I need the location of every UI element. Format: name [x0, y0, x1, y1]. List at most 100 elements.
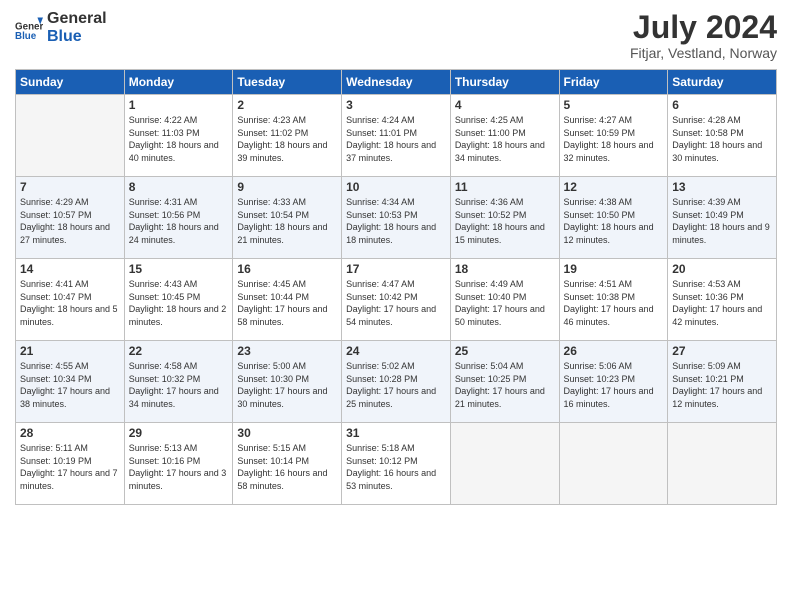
day-info: Sunrise: 5:13 AMSunset: 10:16 PMDaylight…: [129, 442, 229, 492]
day-info: Sunrise: 5:06 AMSunset: 10:23 PMDaylight…: [564, 360, 664, 410]
day-info: Sunrise: 4:58 AMSunset: 10:32 PMDaylight…: [129, 360, 229, 410]
svg-text:Blue: Blue: [15, 31, 37, 42]
day-number: 30: [237, 426, 337, 440]
calendar-cell: 25 Sunrise: 5:04 AMSunset: 10:25 PMDaylig…: [450, 341, 559, 423]
week-row-2: 7 Sunrise: 4:29 AMSunset: 10:57 PMDayligh…: [16, 177, 777, 259]
calendar-cell: 14 Sunrise: 4:41 AMSunset: 10:47 PMDaylig…: [16, 259, 125, 341]
calendar-cell: 10 Sunrise: 4:34 AMSunset: 10:53 PMDaylig…: [342, 177, 451, 259]
calendar-cell: 20Sunrise: 4:53 AMSunset: 10:36 PMDaylig…: [668, 259, 777, 341]
day-number: 16: [237, 262, 337, 276]
day-info: Sunrise: 4:49 AMSunset: 10:40 PMDaylight…: [455, 278, 555, 328]
logo-blue-text: Blue: [47, 28, 107, 46]
day-info: Sunrise: 4:34 AMSunset: 10:53 PMDaylight…: [346, 196, 446, 246]
day-info: Sunrise: 4:39 AMSunset: 10:49 PMDaylight…: [672, 196, 772, 246]
day-number: 24: [346, 344, 446, 358]
calendar-cell: 9 Sunrise: 4:33 AMSunset: 10:54 PMDayligh…: [233, 177, 342, 259]
location-title: Fitjar, Vestland, Norway: [630, 45, 777, 61]
day-info: Sunrise: 4:29 AMSunset: 10:57 PMDaylight…: [20, 196, 120, 246]
day-info: Sunrise: 5:18 AMSunset: 10:12 PMDaylight…: [346, 442, 446, 492]
day-number: 17: [346, 262, 446, 276]
day-info: Sunrise: 5:09 AMSunset: 10:21 PMDaylight…: [672, 360, 772, 410]
day-info: Sunrise: 4:31 AMSunset: 10:56 PMDaylight…: [129, 196, 229, 246]
week-row-5: 28Sunrise: 5:11 AMSunset: 10:19 PMDaylig…: [16, 423, 777, 505]
day-info: Sunrise: 5:15 AMSunset: 10:14 PMDaylight…: [237, 442, 337, 492]
calendar-cell: [16, 95, 125, 177]
day-number: 1: [129, 98, 229, 112]
calendar-cell: 7 Sunrise: 4:29 AMSunset: 10:57 PMDayligh…: [16, 177, 125, 259]
day-number: 11: [455, 180, 555, 194]
day-info: Sunrise: 4:47 AMSunset: 10:42 PMDaylight…: [346, 278, 446, 328]
header-row: SundayMondayTuesdayWednesdayThursdayFrid…: [16, 70, 777, 95]
calendar-cell: 13 Sunrise: 4:39 AMSunset: 10:49 PMDaylig…: [668, 177, 777, 259]
day-number: 7: [20, 180, 120, 194]
day-number: 19: [564, 262, 664, 276]
calendar-cell: 28Sunrise: 5:11 AMSunset: 10:19 PMDaylig…: [16, 423, 125, 505]
day-number: 21: [20, 344, 120, 358]
calendar-cell: 6 Sunrise: 4:28 AMSunset: 10:58 PMDayligh…: [668, 95, 777, 177]
calendar-cell: 31 Sunrise: 5:18 AMSunset: 10:12 PMDaylig…: [342, 423, 451, 505]
calendar-cell: 1Sunrise: 4:22 AMSunset: 11:03 PMDayligh…: [124, 95, 233, 177]
logo-icon: General Blue: [15, 14, 43, 42]
day-number: 5: [564, 98, 664, 112]
day-number: 6: [672, 98, 772, 112]
day-number: 14: [20, 262, 120, 276]
calendar-cell: 4 Sunrise: 4:25 AMSunset: 11:00 PMDayligh…: [450, 95, 559, 177]
day-header-friday: Friday: [559, 70, 668, 95]
calendar-cell: 21 Sunrise: 4:55 AMSunset: 10:34 PMDaylig…: [16, 341, 125, 423]
week-row-4: 21 Sunrise: 4:55 AMSunset: 10:34 PMDaylig…: [16, 341, 777, 423]
day-info: Sunrise: 4:38 AMSunset: 10:50 PMDaylight…: [564, 196, 664, 246]
day-info: Sunrise: 4:28 AMSunset: 10:58 PMDaylight…: [672, 114, 772, 164]
calendar-cell: [559, 423, 668, 505]
day-number: 31: [346, 426, 446, 440]
calendar-cell: 2 Sunrise: 4:23 AMSunset: 11:02 PMDayligh…: [233, 95, 342, 177]
day-number: 18: [455, 262, 555, 276]
logo: General Blue General Blue: [15, 10, 107, 45]
day-header-tuesday: Tuesday: [233, 70, 342, 95]
calendar-cell: 11 Sunrise: 4:36 AMSunset: 10:52 PMDaylig…: [450, 177, 559, 259]
calendar-cell: [450, 423, 559, 505]
day-number: 10: [346, 180, 446, 194]
page: General Blue General Blue July 2024 Fitj…: [0, 0, 792, 612]
day-number: 2: [237, 98, 337, 112]
day-info: Sunrise: 4:43 AMSunset: 10:45 PMDaylight…: [129, 278, 229, 328]
day-number: 23: [237, 344, 337, 358]
day-number: 29: [129, 426, 229, 440]
calendar-cell: 26Sunrise: 5:06 AMSunset: 10:23 PMDaylig…: [559, 341, 668, 423]
day-info: Sunrise: 4:33 AMSunset: 10:54 PMDaylight…: [237, 196, 337, 246]
day-header-saturday: Saturday: [668, 70, 777, 95]
day-number: 9: [237, 180, 337, 194]
day-info: Sunrise: 4:36 AMSunset: 10:52 PMDaylight…: [455, 196, 555, 246]
header: General Blue General Blue July 2024 Fitj…: [15, 10, 777, 61]
day-number: 25: [455, 344, 555, 358]
day-info: Sunrise: 4:53 AMSunset: 10:36 PMDaylight…: [672, 278, 772, 328]
title-block: July 2024 Fitjar, Vestland, Norway: [630, 10, 777, 61]
day-header-sunday: Sunday: [16, 70, 125, 95]
calendar-cell: 8Sunrise: 4:31 AMSunset: 10:56 PMDayligh…: [124, 177, 233, 259]
day-number: 15: [129, 262, 229, 276]
calendar-cell: 18 Sunrise: 4:49 AMSunset: 10:40 PMDaylig…: [450, 259, 559, 341]
day-number: 4: [455, 98, 555, 112]
day-info: Sunrise: 4:41 AMSunset: 10:47 PMDaylight…: [20, 278, 120, 328]
day-info: Sunrise: 4:24 AMSunset: 11:01 PMDaylight…: [346, 114, 446, 164]
day-info: Sunrise: 4:45 AMSunset: 10:44 PMDaylight…: [237, 278, 337, 328]
day-number: 28: [20, 426, 120, 440]
day-info: Sunrise: 5:04 AMSunset: 10:25 PMDaylight…: [455, 360, 555, 410]
day-number: 12: [564, 180, 664, 194]
day-info: Sunrise: 5:02 AMSunset: 10:28 PMDaylight…: [346, 360, 446, 410]
day-number: 22: [129, 344, 229, 358]
calendar-cell: [668, 423, 777, 505]
day-info: Sunrise: 4:23 AMSunset: 11:02 PMDaylight…: [237, 114, 337, 164]
calendar-cell: 23 Sunrise: 5:00 AMSunset: 10:30 PMDaylig…: [233, 341, 342, 423]
day-info: Sunrise: 5:00 AMSunset: 10:30 PMDaylight…: [237, 360, 337, 410]
calendar-cell: 30 Sunrise: 5:15 AMSunset: 10:14 PMDaylig…: [233, 423, 342, 505]
week-row-1: 1Sunrise: 4:22 AMSunset: 11:03 PMDayligh…: [16, 95, 777, 177]
calendar-cell: 27 Sunrise: 5:09 AMSunset: 10:21 PMDaylig…: [668, 341, 777, 423]
day-number: 13: [672, 180, 772, 194]
calendar-cell: 24 Sunrise: 5:02 AMSunset: 10:28 PMDaylig…: [342, 341, 451, 423]
calendar-cell: 19Sunrise: 4:51 AMSunset: 10:38 PMDaylig…: [559, 259, 668, 341]
calendar-cell: 16 Sunrise: 4:45 AMSunset: 10:44 PMDaylig…: [233, 259, 342, 341]
day-info: Sunrise: 4:25 AMSunset: 11:00 PMDaylight…: [455, 114, 555, 164]
day-number: 27: [672, 344, 772, 358]
calendar-table: SundayMondayTuesdayWednesdayThursdayFrid…: [15, 69, 777, 505]
day-info: Sunrise: 4:55 AMSunset: 10:34 PMDaylight…: [20, 360, 120, 410]
